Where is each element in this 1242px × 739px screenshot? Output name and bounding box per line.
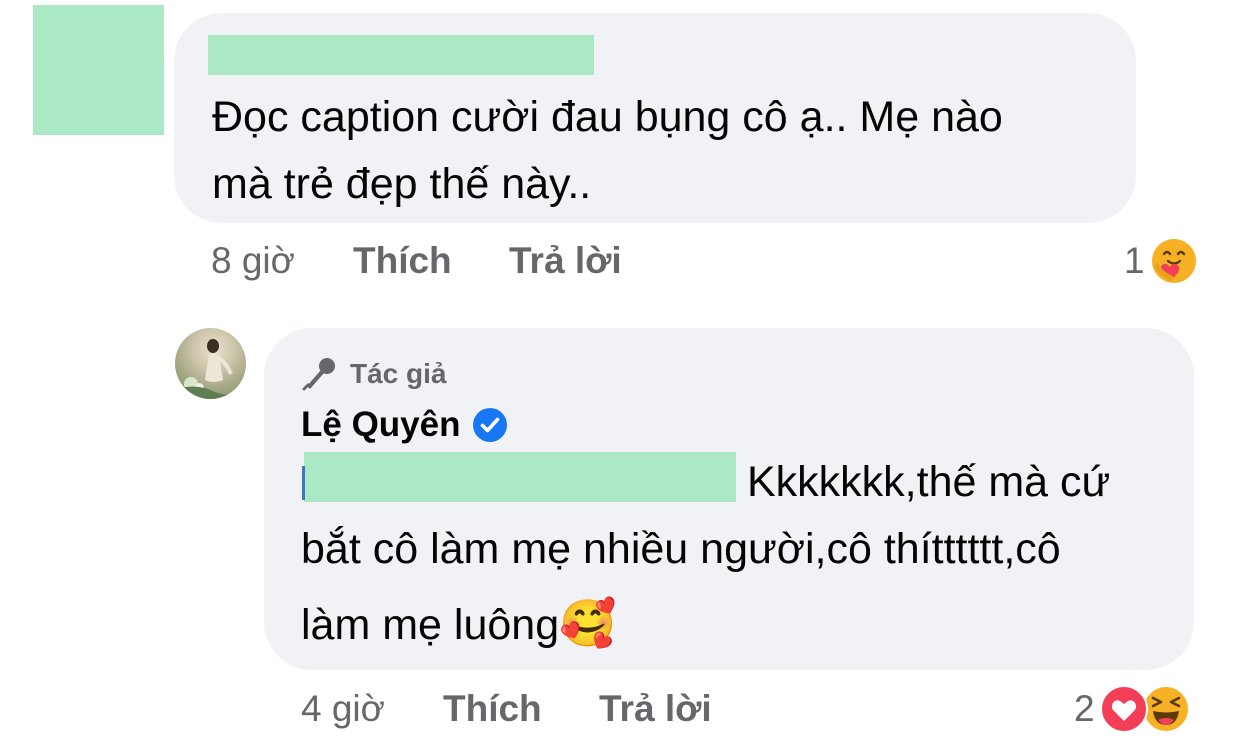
reply-button[interactable]: Trả lời: [509, 240, 622, 282]
smiling-face-with-hearts-icon: 🥰: [559, 596, 617, 650]
comment-text: Đọc caption cười đau bụng cô ạ.. Mẹ nào …: [212, 93, 1003, 208]
author-badge: Tác giả: [300, 356, 446, 392]
love-icon: [1099, 684, 1149, 734]
like-button[interactable]: Thích: [353, 240, 452, 282]
reply-button[interactable]: Trả lời: [599, 688, 712, 730]
like-button[interactable]: Thích: [443, 688, 542, 730]
reaction-count: 2: [1074, 688, 1095, 729]
verified-badge-icon: [472, 407, 508, 443]
timestamp[interactable]: 4 giờ: [301, 688, 385, 729]
timestamp[interactable]: 8 giờ: [211, 240, 295, 281]
reaction-summary[interactable]: 1: [1124, 236, 1199, 286]
comment-actions: 8 giờ Thích Trả lời: [211, 240, 622, 284]
avatar-redacted[interactable]: [33, 5, 164, 135]
author-name-row: Lệ Quyên: [301, 402, 508, 448]
reply-bubble: Tác giả Lệ Quyên Kkkkkkk,thế mà cứ bắt c…: [264, 328, 1194, 670]
reply-actions: 4 giờ Thích Trả lời: [301, 688, 712, 732]
microphone-icon: [300, 356, 338, 392]
care-icon: [1149, 236, 1199, 286]
author-name[interactable]: Lệ Quyên: [301, 405, 460, 445]
author-avatar[interactable]: [175, 328, 246, 399]
reaction-count: 1: [1124, 240, 1145, 281]
author-name-redacted[interactable]: [208, 35, 594, 75]
comment-bubble: Đọc caption cười đau bụng cô ạ.. Mẹ nào …: [174, 13, 1136, 223]
reaction-summary[interactable]: 2: [1074, 684, 1191, 734]
author-badge-label: Tác giả: [350, 358, 447, 389]
reply-text: Kkkkkkk,thế mà cứ bắt cô làm mẹ nhiều ng…: [301, 458, 1111, 650]
